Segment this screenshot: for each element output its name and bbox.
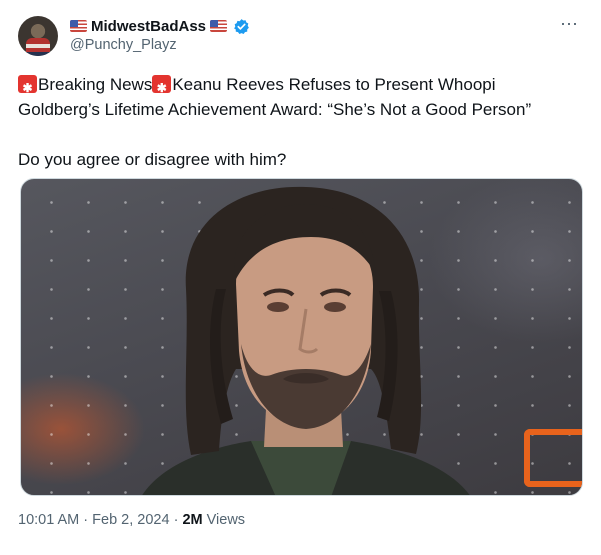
handle[interactable]: @Punchy_Playz [70, 37, 250, 53]
headline-part1: Breaking News [38, 75, 153, 94]
meta-separator: · [79, 512, 93, 528]
verified-badge-icon [233, 18, 250, 35]
police-siren-icon [18, 75, 37, 101]
tweet-date[interactable]: Feb 2, 2024 [92, 512, 169, 528]
display-name-row[interactable]: MidwestBadAss [70, 16, 250, 36]
meta-separator: · [169, 512, 183, 528]
us-flag-icon [210, 20, 228, 32]
display-name[interactable]: MidwestBadAss [91, 18, 206, 35]
avatar[interactable] [18, 16, 58, 56]
more-options-icon[interactable]: ⋯ [560, 14, 579, 35]
views-label: Views [202, 512, 246, 528]
author-info: MidwestBadAss @Punchy_Playz [70, 16, 250, 53]
portrait-illustration [142, 186, 470, 495]
tweet-question: Do you agree or disagree with him? [18, 150, 287, 169]
tweet-photo[interactable] [20, 178, 583, 496]
tweet-card: MidwestBadAss @Punchy_Playz ⋯ Breaking N… [0, 0, 601, 555]
tweet-text: Breaking NewsKeanu Reeves Refuses to Pre… [18, 72, 578, 172]
us-flag-icon [70, 20, 87, 32]
tweet-header: MidwestBadAss @Punchy_Playz ⋯ [18, 14, 587, 58]
views-count: 2M [182, 512, 203, 528]
tweet-metadata: 10:01 AM · Feb 2, 2024 · 2M Views [18, 512, 245, 528]
tweet-time[interactable]: 10:01 AM [18, 512, 79, 528]
police-siren-icon [152, 75, 172, 101]
